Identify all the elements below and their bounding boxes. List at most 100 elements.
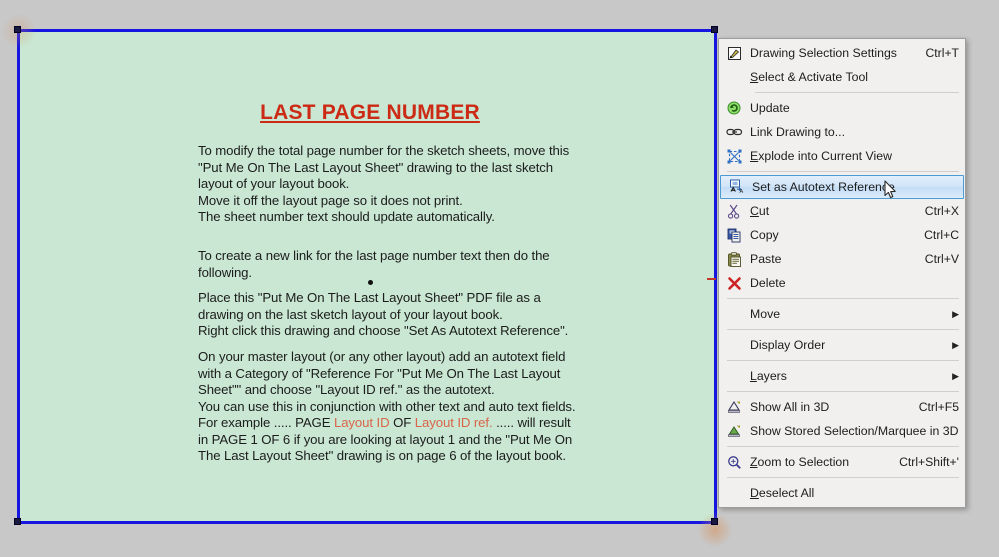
page-title: LAST PAGE NUMBER: [260, 101, 480, 124]
paragraph-4-line-4: You can use this in conjunction with oth…: [198, 398, 576, 414]
menu-item-label: Select & Activate Tool: [750, 70, 869, 84]
paragraph-4: On your master layout (or any other layo…: [198, 349, 576, 465]
paragraph-1: To modify the total page number for the …: [198, 143, 570, 224]
menu-item-delete[interactable]: Delete: [719, 271, 965, 295]
menu-item-link-drawing-to[interactable]: Link Drawing to...: [719, 120, 965, 144]
menu-separator: [727, 360, 959, 361]
no-icon: [719, 333, 749, 357]
menu-item-shortcut: Ctrl+C: [924, 228, 959, 242]
menu-item-show-all-in-3d[interactable]: Show All in 3D Ctrl+F5: [719, 395, 965, 419]
paragraph-4-line-2: with a Category of "Reference For "Put M…: [198, 365, 561, 381]
zoom-selection-icon: [719, 450, 749, 474]
menu-item-label: Set as Autotext Reference: [752, 180, 895, 194]
menu-item-label: Deselect All: [750, 486, 815, 500]
menu-item-move[interactable]: Move ▶: [719, 302, 965, 326]
no-icon: [719, 364, 749, 388]
menu-item-shortcut: Ctrl+T: [925, 46, 959, 60]
menu-item-copy[interactable]: Copy Ctrl+C: [719, 223, 965, 247]
submenu-arrow-icon: ▶: [952, 370, 959, 381]
delete-x-icon: [719, 271, 749, 295]
menu-item-display-order[interactable]: Display Order ▶: [719, 333, 965, 357]
menu-item-explode-into-current-view[interactable]: Explode into Current View: [719, 144, 965, 168]
menu-item-label: Zoom to Selection: [750, 455, 850, 469]
autotext-icon: A: [721, 175, 751, 199]
menu-item-set-as-autotext-reference[interactable]: A Set as Autotext Reference: [720, 175, 964, 199]
center-dot-marker: [368, 280, 373, 285]
menu-separator: [727, 298, 959, 299]
resize-handle-bottom-left[interactable]: [14, 518, 21, 525]
paragraph-4-line-7: The Last Layout Sheet" drawing is on pag…: [198, 448, 566, 463]
context-menu[interactable]: Drawing Selection Settings Ctrl+T Select…: [718, 38, 966, 508]
menu-item-label-rest: xplode into Current View: [758, 149, 892, 163]
no-icon: [719, 481, 749, 505]
copy-icon: [719, 223, 749, 247]
update-icon: [719, 96, 749, 120]
autotext-example-prefix: For example ..... PAGE: [198, 415, 334, 430]
menu-item-select-activate-tool[interactable]: Select & Activate Tool: [719, 65, 965, 89]
scissors-icon: [719, 199, 749, 223]
submenu-arrow-icon: ▶: [952, 308, 959, 319]
menu-separator: [727, 446, 959, 447]
menu-item-label-rest: eselect All: [758, 486, 815, 500]
paste-icon: [719, 247, 749, 271]
drawing-selection-icon: [719, 41, 749, 65]
show-3d-icon: [719, 395, 749, 419]
paragraph-4-line-6: in PAGE 1 OF 6 if you are looking at lay…: [198, 431, 573, 447]
menu-item-layers[interactable]: Layers ▶: [719, 364, 965, 388]
autotext-field-layout-id: Layout ID: [333, 415, 390, 430]
selected-drawing-object[interactable]: LAST PAGE NUMBER To modify the total pag…: [17, 29, 717, 524]
paragraph-4-line-1: On your master layout (or any other layo…: [198, 349, 566, 364]
menu-item-label: Paste: [750, 252, 782, 266]
menu-item-label: Explode into Current View: [750, 149, 892, 163]
edge-marker-right: [707, 278, 716, 280]
paragraph-3: Place this "Put Me On The Last Layout Sh…: [198, 290, 569, 338]
menu-item-shortcut: Ctrl+F5: [918, 400, 959, 414]
menu-separator: [727, 329, 959, 330]
menu-item-label: Move: [750, 307, 781, 321]
menu-item-label-rest: elect & Activate Tool: [758, 70, 869, 84]
menu-separator: [727, 477, 959, 478]
link-icon: [719, 120, 749, 144]
menu-item-drawing-selection-settings[interactable]: Drawing Selection Settings Ctrl+T: [719, 41, 965, 65]
menu-item-label-rest: ut: [758, 204, 770, 218]
menu-item-label: Link Drawing to...: [750, 125, 846, 139]
submenu-arrow-icon: ▶: [952, 339, 959, 350]
menu-item-label: Cut: [750, 204, 770, 218]
menu-item-label: Delete: [750, 276, 786, 290]
menu-item-label: Show All in 3D: [750, 400, 830, 414]
menu-item-label: Show Stored Selection/Marquee in 3D: [750, 424, 959, 438]
autotext-example-suffix: ..... will result: [492, 415, 571, 430]
menu-item-update[interactable]: Update: [719, 96, 965, 120]
drawing-canvas[interactable]: LAST PAGE NUMBER To modify the total pag…: [0, 0, 999, 557]
explode-icon: [719, 144, 749, 168]
menu-item-shortcut: Ctrl+Shift+': [899, 455, 959, 469]
show-marquee-3d-icon: [719, 419, 749, 443]
menu-separator: [727, 391, 959, 392]
paragraph-4-line-5: For example ..... PAGE Layout ID OF Layo…: [198, 415, 571, 430]
autotext-field-layout-id-ref: Layout ID ref.: [414, 415, 493, 430]
resize-handle-bottom-right[interactable]: [711, 518, 718, 525]
resize-handle-top-left[interactable]: [14, 26, 21, 33]
menu-item-shortcut: Ctrl+V: [924, 252, 959, 266]
menu-item-label-rest: ayers: [756, 369, 787, 383]
menu-item-label: Layers: [750, 369, 787, 383]
no-icon: [719, 65, 749, 89]
paragraph-2: To create a new link for the last page n…: [198, 248, 550, 280]
menu-item-label: Display Order: [750, 338, 826, 352]
menu-item-label-rest: oom to Selection: [757, 455, 850, 469]
menu-separator: [755, 92, 959, 93]
menu-item-label: Drawing Selection Settings: [750, 46, 897, 60]
menu-item-label: Copy: [750, 228, 779, 242]
menu-item-cut[interactable]: Cut Ctrl+X: [719, 199, 965, 223]
menu-separator: [727, 171, 959, 172]
menu-item-zoom-to-selection[interactable]: Zoom to Selection Ctrl+Shift+': [719, 450, 965, 474]
menu-item-shortcut: Ctrl+X: [924, 204, 959, 218]
menu-item-show-stored-selection-marquee-in-3d[interactable]: Show Stored Selection/Marquee in 3D: [719, 419, 965, 443]
resize-handle-top-right[interactable]: [711, 26, 718, 33]
document-content: LAST PAGE NUMBER To modify the total pag…: [20, 32, 720, 527]
menu-item-deselect-all[interactable]: Deselect All: [719, 481, 965, 505]
no-icon: [719, 302, 749, 326]
menu-item-paste[interactable]: Paste Ctrl+V: [719, 247, 965, 271]
menu-item-label: Update: [750, 101, 790, 115]
svg-text:A: A: [740, 189, 744, 195]
